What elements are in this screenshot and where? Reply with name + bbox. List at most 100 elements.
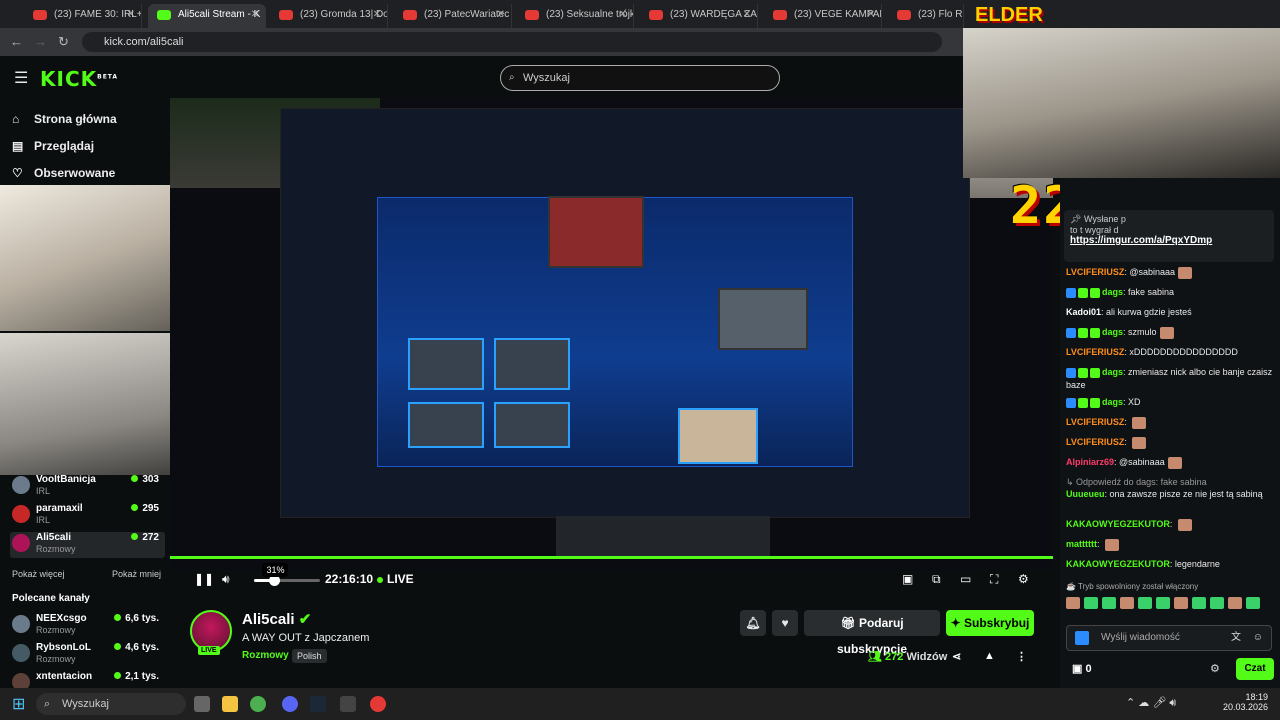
emote-icon[interactable] bbox=[1210, 596, 1224, 609]
browser-tab[interactable]: (23) FAME 30: IRL+ C✕ bbox=[24, 4, 142, 28]
chat-username[interactable]: LVCIFERIUSZ bbox=[1066, 347, 1124, 357]
nav-browse[interactable]: ▤ Przeglądaj bbox=[12, 139, 94, 153]
share-icon[interactable]: ⋖ bbox=[952, 650, 961, 663]
translate-icon[interactable]: 文 bbox=[1231, 626, 1241, 650]
close-tab-icon[interactable]: ✕ bbox=[497, 4, 505, 26]
pinned-link[interactable]: https://imgur.com/a/PqxYDmp bbox=[1070, 235, 1268, 246]
xbox-icon[interactable] bbox=[340, 696, 356, 712]
recommended-channel[interactable]: RybsonLoL Rozmowy 4,6 tys. bbox=[10, 642, 165, 668]
close-tab-icon[interactable]: ✕ bbox=[619, 4, 627, 26]
menu-icon[interactable]: ☰ bbox=[14, 68, 28, 88]
recommended-channel[interactable]: xntentacion 2,1 tys. bbox=[10, 671, 165, 691]
sidebar-channel-active[interactable]: Ali5cali Rozmowy 272 bbox=[10, 532, 165, 558]
chat-settings-icon[interactable]: ⚙ bbox=[1210, 662, 1220, 675]
volume-icon[interactable]: 🔊︎ bbox=[222, 572, 230, 587]
chat-input[interactable]: Wyślij wiadomość 文 ☺ bbox=[1066, 625, 1272, 651]
nav-following[interactable]: ♡ Obserwowane bbox=[12, 166, 115, 180]
chat-message: dags: zmieniasz nick albo cie banje czai… bbox=[1066, 367, 1273, 390]
chat-username[interactable]: dags bbox=[1102, 327, 1123, 337]
kick-logo[interactable]: KICKBETA bbox=[40, 67, 118, 91]
chat-username[interactable]: dags bbox=[1102, 397, 1123, 407]
sidebar-channel[interactable]: paramaxil IRL 295 bbox=[10, 503, 165, 529]
send-chat-button[interactable]: Czat bbox=[1236, 658, 1274, 680]
stream-category[interactable]: Rozmowy bbox=[242, 650, 289, 661]
browser-tab[interactable]: (23) Flo Rida - bbox=[888, 4, 964, 28]
browser-tab[interactable]: (23) VEGE KAMPANIA✕ bbox=[764, 4, 882, 28]
file-explorer-icon[interactable] bbox=[222, 696, 238, 712]
points-display[interactable]: ▣ 0 bbox=[1072, 662, 1092, 675]
emote-icon[interactable] bbox=[1120, 596, 1134, 609]
chat-username[interactable]: LVCIFERIUSZ bbox=[1066, 437, 1124, 447]
notification-bell-button[interactable]: 🔔︎ bbox=[740, 610, 766, 636]
close-tab-icon[interactable]: ✕ bbox=[373, 4, 381, 26]
forward-icon[interactable]: → bbox=[34, 34, 47, 49]
chat-username[interactable]: Kadoi01 bbox=[1066, 307, 1101, 317]
video-player[interactable] bbox=[170, 98, 1053, 570]
search-input[interactable]: ⌕ Wyszukaj bbox=[500, 65, 780, 91]
pinned-message[interactable]: 📌︎ Wysłane p to t wygrał d https://imgur… bbox=[1064, 210, 1274, 262]
report-icon[interactable]: ▲ bbox=[984, 650, 995, 662]
emote-icon[interactable] bbox=[1102, 596, 1116, 609]
emote-icon[interactable] bbox=[1066, 596, 1080, 609]
chat-username[interactable]: LVCIFERIUSZ bbox=[1066, 417, 1124, 427]
chat-username[interactable]: KAKAOWYEGZEKUTOR bbox=[1066, 559, 1170, 569]
theater-mode-icon[interactable]: ▭ bbox=[960, 572, 971, 586]
browser-tab[interactable]: (23) Seksualne trójka ✕ bbox=[516, 4, 634, 28]
tray-icons[interactable]: ⌃ ☁ 🎤︎ 🔊︎ bbox=[1126, 696, 1176, 710]
close-tab-icon[interactable]: ✕ bbox=[251, 4, 259, 26]
live-indicator[interactable]: LIVE bbox=[377, 572, 414, 586]
more-options-icon[interactable]: ⋮ bbox=[1016, 650, 1027, 663]
chat-username[interactable]: Uuueueu bbox=[1066, 489, 1105, 499]
emote-icon[interactable] bbox=[1156, 596, 1170, 609]
language-tag[interactable]: Polish bbox=[292, 649, 327, 663]
emoji-icon[interactable]: ☺ bbox=[1253, 626, 1263, 650]
chat-username[interactable]: Alpiniarz69 bbox=[1066, 457, 1114, 467]
live-progress-bar[interactable] bbox=[170, 556, 1053, 559]
nav-home[interactable]: ⌂ Strona główna bbox=[12, 112, 117, 126]
fullscreen-icon[interactable]: ⛶ bbox=[990, 572, 998, 587]
sidebar-channel[interactable]: VooltBanicja IRL 303 bbox=[10, 474, 165, 500]
emote-icon[interactable] bbox=[1138, 596, 1152, 609]
discord-icon[interactable] bbox=[282, 696, 298, 712]
gift-sub-button[interactable]: 🎁︎ Podaruj subskrypcje bbox=[804, 610, 940, 656]
chat-username[interactable]: dags bbox=[1102, 367, 1123, 377]
pip-icon[interactable]: ▣ bbox=[902, 572, 913, 586]
browser-tab[interactable]: (23) WARDĘGA ZARZ✕ bbox=[640, 4, 758, 28]
follow-heart-button[interactable]: ♥ bbox=[772, 610, 798, 636]
pause-icon[interactable]: ❚❚ bbox=[194, 572, 214, 586]
volume-slider[interactable]: 31% bbox=[254, 563, 320, 586]
show-more-link[interactable]: Pokaż więcej bbox=[12, 569, 65, 579]
subscribe-button[interactable]: ✦ Subskrybuj bbox=[946, 610, 1034, 636]
chat-username[interactable]: LVCIFERIUSZ bbox=[1066, 267, 1124, 277]
task-view-icon[interactable] bbox=[194, 696, 210, 712]
contestant-camera bbox=[494, 402, 570, 448]
recommended-channel[interactable]: NEEXcsgo Rozmowy 6,6 tys. bbox=[10, 613, 165, 639]
url-field[interactable]: kick.com/ali5cali bbox=[82, 32, 942, 52]
browser-tab-active[interactable]: Ali5cali Stream - K ✕ bbox=[148, 4, 266, 28]
emote-icon[interactable] bbox=[1228, 596, 1242, 609]
clip-icon[interactable]: ⧉ bbox=[932, 572, 941, 587]
show-less-link[interactable]: Pokaż mniej bbox=[112, 569, 161, 579]
chrome-icon[interactable] bbox=[250, 696, 266, 712]
steam-icon[interactable] bbox=[310, 696, 326, 712]
emote-icon[interactable] bbox=[1246, 596, 1260, 609]
settings-gear-icon[interactable]: ⚙ bbox=[1018, 572, 1029, 586]
emote-icon[interactable] bbox=[1174, 596, 1188, 609]
emote-icon[interactable] bbox=[1192, 596, 1206, 609]
browser-tab[interactable]: (23) PatecWariatec - ✕ bbox=[394, 4, 512, 28]
windows-start-icon[interactable]: ⊞ bbox=[12, 694, 25, 714]
obs-icon[interactable] bbox=[370, 696, 386, 712]
emote-icon[interactable] bbox=[1084, 596, 1098, 609]
chat-username[interactable]: dags bbox=[1102, 287, 1123, 297]
close-tab-icon[interactable]: ✕ bbox=[743, 4, 751, 26]
taskbar-clock[interactable]: 18:19 20.03.2026 bbox=[1222, 692, 1268, 712]
chat-username[interactable]: matttttt bbox=[1066, 539, 1097, 549]
taskbar-search[interactable]: ⌕ Wyszukaj bbox=[36, 693, 186, 715]
reload-icon[interactable]: ↻ bbox=[58, 34, 69, 50]
close-tab-icon[interactable]: ✕ bbox=[867, 4, 875, 26]
streamer-name[interactable]: Ali5cali ✔ bbox=[242, 610, 311, 628]
back-icon[interactable]: ← bbox=[10, 34, 23, 49]
chat-username[interactable]: KAKAOWYEGZEKUTOR bbox=[1066, 519, 1170, 529]
browser-tab[interactable]: (23) Gromda 13| Dom ✕ bbox=[270, 4, 388, 28]
close-tab-icon[interactable]: ✕ bbox=[127, 4, 135, 26]
